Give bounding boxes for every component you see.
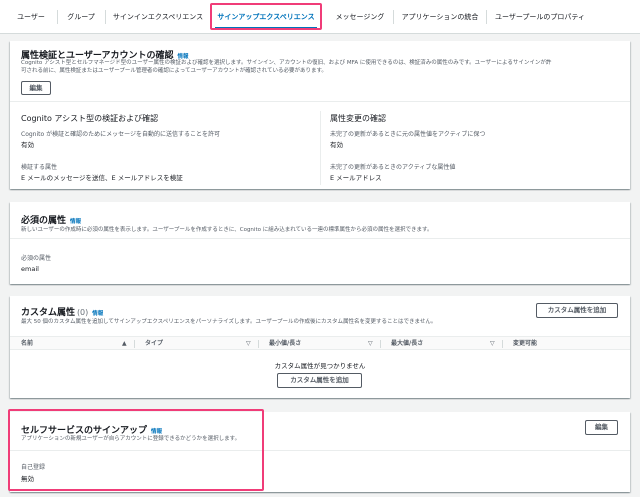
required-attributes-value: email (21, 265, 39, 273)
description-line: 可される前に、属性検証またはユーザープール管理者の確認によってユーザーアカウント… (21, 68, 327, 74)
attributes-to-verify-label: 検証する属性 (21, 164, 58, 171)
column-header-name[interactable]: 名前 (21, 337, 33, 351)
tab-divider (486, 10, 487, 24)
required-header: 必須の属性 情報 (21, 213, 81, 226)
custom-header: カスタム属性 (0) 情報 (21, 305, 103, 318)
divider (10, 238, 630, 239)
attribute-change-heading: 属性変更の確認 (330, 114, 386, 123)
self-service-highlight-box (8, 409, 264, 491)
sort-icon[interactable]: ▽ (490, 337, 495, 351)
panel-title: 必須の属性 (21, 216, 67, 226)
column-divider (258, 340, 259, 348)
tab-users[interactable]: ユーザー (10, 5, 52, 29)
column-divider (134, 340, 135, 348)
column-divider (380, 340, 381, 348)
add-custom-attribute-empty-button[interactable]: カスタム属性を追加 (277, 373, 362, 388)
column-header-type[interactable]: タイプ (145, 337, 163, 351)
description-line: Cognito アシスト型とセルフマネージド型のユーザー属性の検証および確認を選… (21, 60, 552, 66)
attributes-to-verify-value: E メールのメッセージを送信、E メールアドレスを検証 (21, 174, 183, 182)
verification-panel: 属性検証とユーザーアカウントの確認 情報 Cognito アシスト型とセルフマネー… (10, 41, 630, 189)
column-header-mutable[interactable]: 変更可能 (513, 337, 537, 351)
auto-send-value: 有効 (21, 141, 34, 149)
sort-icon[interactable]: ▽ (368, 337, 373, 351)
sort-icon[interactable]: ▽ (246, 337, 251, 351)
panel-description: Cognito アシスト型とセルフマネージド型のユーザー属性の検証および確認を選… (21, 59, 626, 75)
divider (10, 101, 630, 102)
required-attributes-label: 必須の属性 (21, 255, 52, 262)
keep-original-value: 有効 (330, 141, 343, 149)
custom-attribute-count: (0) (76, 308, 89, 317)
column-header-max[interactable]: 最大値/長さ (391, 337, 423, 351)
panel-description: 新しいユーザーの作成時に必須の属性を表示します。ユーザープールを作成するときに、… (21, 227, 433, 233)
add-custom-attribute-button[interactable]: カスタム属性を追加 (536, 303, 618, 318)
empty-state-text: カスタム属性が見つかりません (274, 362, 366, 370)
tab-bar: ユーザー グループ サインインエクスペリエンス サインアップエクスペリエンス メ… (0, 0, 640, 34)
active-attribute-label: 未完了の更新があるときのアクティブな属性値 (330, 164, 456, 171)
tab-divider (393, 10, 394, 24)
edit-button[interactable]: 編集 (21, 81, 51, 95)
info-link[interactable]: 情報 (92, 311, 103, 317)
panel-description: 最大 50 個のカスタム属性を追加してサインアップエクスペリエンスをパーソナライ… (21, 319, 437, 325)
custom-attributes-panel: カスタム属性 (0) 情報 最大 50 個のカスタム属性を追加してサインアップエク… (10, 296, 630, 398)
keep-original-label: 未完了の更新があるときに元の属性値をアクティブに保つ (330, 131, 486, 138)
required-attributes-panel: 必須の属性 情報 新しいユーザーの作成時に必須の属性を表示します。ユーザープールを… (10, 202, 630, 284)
column-divider (320, 111, 321, 185)
tab-divider (57, 10, 58, 24)
tab-divider (105, 10, 106, 24)
auto-send-label: Cognito が検証と確認のためにメッセージを自動的に送信することを許可 (21, 131, 220, 138)
active-attribute-value: E メールアドレス (330, 174, 382, 182)
edit-button[interactable]: 編集 (585, 420, 618, 435)
cognito-assisted-heading: Cognito アシスト型の検証および確認 (21, 114, 159, 123)
tab-groups[interactable]: グループ (62, 5, 100, 29)
tab-app-integration[interactable]: アプリケーションの統合 (398, 5, 482, 29)
tab-sign-in-experience[interactable]: サインインエクスペリエンス (110, 5, 206, 29)
table-header: 名前 ▲ タイプ ▽ 最小値/長さ ▽ 最大値/長さ ▽ 変更可能 (10, 336, 630, 350)
column-divider (502, 340, 503, 348)
info-link[interactable]: 情報 (70, 219, 81, 225)
tab-user-pool-properties[interactable]: ユーザープールのプロパティ (490, 5, 590, 29)
tab-messaging[interactable]: メッセージング (330, 5, 390, 29)
panel-title: カスタム属性 (21, 308, 76, 318)
sort-ascending-icon[interactable]: ▲ (122, 337, 127, 351)
active-tab-highlight-box (210, 3, 322, 30)
column-header-min[interactable]: 最小値/長さ (269, 337, 301, 351)
